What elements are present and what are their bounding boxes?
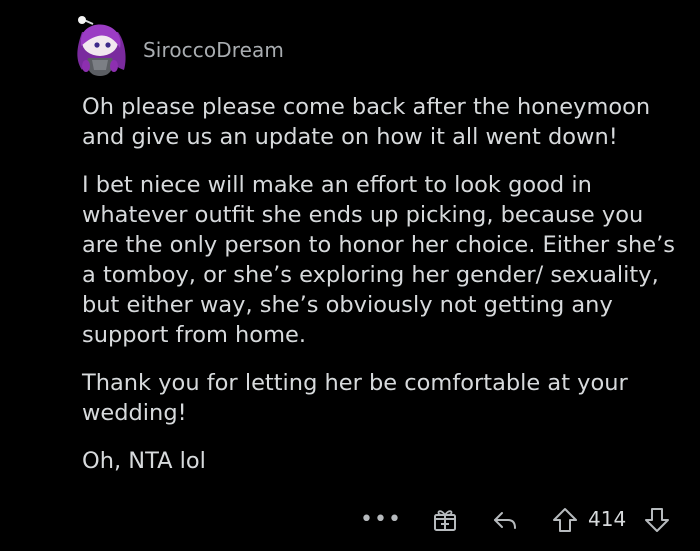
user-avatar[interactable] [68,14,130,78]
reply-button[interactable] [490,505,520,535]
award-icon [434,510,456,531]
more-options-button[interactable]: ••• [360,502,401,536]
vote-score: 414 [588,507,627,531]
award-button[interactable] [430,505,460,535]
upvote-icon [553,508,577,532]
upvote-button[interactable] [550,505,580,535]
downvote-icon [645,508,669,532]
snoo-avatar-icon [77,16,126,76]
comment-paragraph: Oh, NTA lol [82,448,206,474]
comment-action-bar: ••• 414 [360,502,680,536]
comment-card: SiroccoDream Oh please please come back … [0,0,700,551]
more-icon: ••• [360,506,402,532]
comment-paragraph: Oh please please come back after the hon… [82,94,651,150]
reply-icon [494,512,516,529]
comment-body: Oh please please come back after the hon… [82,92,682,494]
comment-paragraph: I bet niece will make an effort to look … [82,172,675,348]
downvote-button[interactable] [642,505,672,535]
username[interactable]: SiroccoDream [143,38,284,62]
comment-paragraph: Thank you for letting her be comfortable… [82,370,628,426]
